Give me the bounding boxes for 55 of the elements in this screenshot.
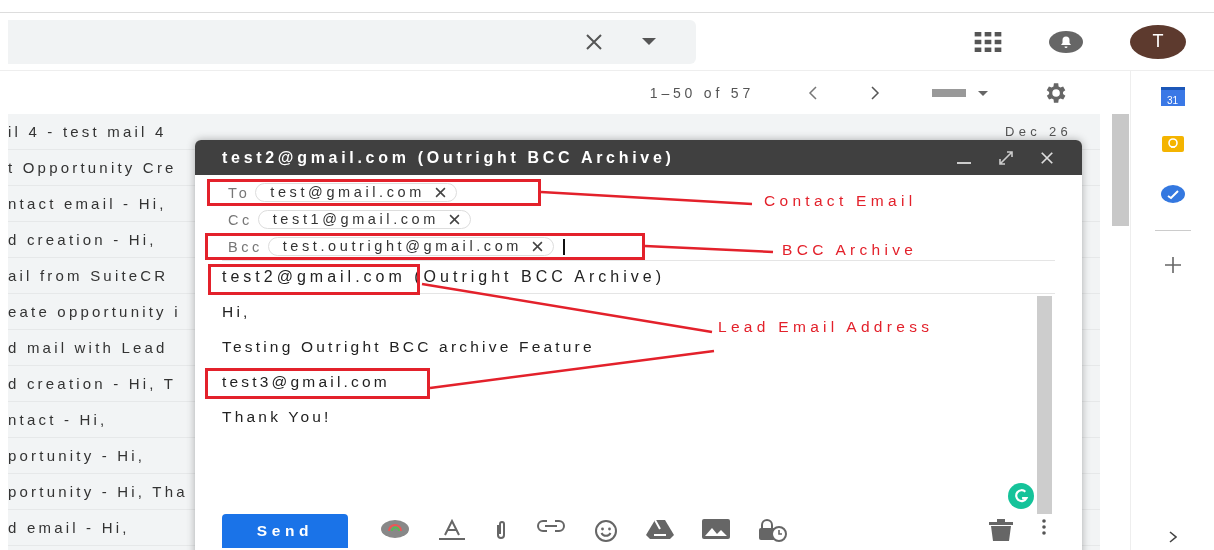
body-text: Thank You!	[222, 407, 332, 427]
next-icon[interactable]	[870, 85, 880, 100]
compose-title: test2@gmail.com (Outright BCC Archive)	[222, 148, 675, 167]
email-subject: ntact email - Hi,	[8, 195, 167, 212]
email-subject: d email - Hi,	[8, 519, 130, 536]
caret-icon[interactable]	[642, 38, 656, 45]
pagination-text: 1–50 of 57	[649, 84, 754, 101]
lock-clock-icon[interactable]	[758, 519, 788, 543]
email-subject: portunity - Hi,	[8, 447, 146, 464]
body-text: Testing Outright BCC archive Feature	[222, 337, 595, 357]
email-subject: ntact - Hi,	[8, 411, 108, 428]
trash-icon[interactable]	[988, 519, 1014, 541]
apps-grid-icon[interactable]	[974, 31, 1002, 52]
body-text: Hi,	[222, 302, 251, 322]
add-icon[interactable]	[1164, 257, 1181, 273]
drive-icon[interactable]	[646, 519, 674, 539]
annotation-label: BCC Archive	[782, 241, 918, 259]
send-button[interactable]: Send	[222, 514, 348, 548]
link-icon[interactable]	[536, 519, 566, 533]
remove-icon[interactable]	[448, 214, 460, 225]
annotation-label: Contact Email	[764, 192, 917, 210]
email-subject: portunity - Hi, Tha	[8, 483, 188, 500]
body-text: test3@gmail.com	[222, 372, 390, 392]
more-options-icon[interactable]	[1042, 519, 1046, 535]
email-subject: d creation - Hi, T	[8, 375, 177, 392]
tasks-icon[interactable]	[1160, 184, 1185, 204]
scrollbar-thumb[interactable]	[1112, 114, 1129, 226]
calendar-icon[interactable]: 31	[1160, 87, 1185, 106]
remove-icon[interactable]	[434, 187, 446, 198]
image-icon[interactable]	[702, 519, 730, 539]
remove-icon[interactable]	[532, 241, 544, 252]
expand-panel-icon[interactable]	[1168, 531, 1177, 543]
email-subject: d creation - Hi,	[8, 231, 157, 248]
close-icon[interactable]	[1040, 150, 1054, 165]
color-wheel-icon[interactable]	[380, 519, 410, 539]
email-subject: eate opportunity i	[8, 303, 181, 320]
notification-icon[interactable]	[1048, 29, 1084, 54]
field-label: Cc	[228, 211, 253, 228]
field-label: To	[228, 184, 251, 201]
text-format-icon[interactable]	[438, 519, 466, 541]
avatar[interactable]: T	[1130, 24, 1186, 59]
email-subject: il 4 - test mail 4	[8, 123, 167, 140]
search-field[interactable]	[8, 19, 696, 64]
paperclip-icon[interactable]	[494, 519, 508, 541]
text-cursor	[563, 238, 565, 255]
previous-icon[interactable]	[808, 85, 818, 100]
email-subject: ail from SuiteCR	[8, 267, 169, 284]
field-label: Bcc	[228, 238, 263, 255]
email-subject: d mail with Lead	[8, 339, 168, 356]
emoji-icon[interactable]	[594, 519, 618, 543]
annotation-label: Lead Email Address	[718, 318, 934, 336]
email-subject: t Opportunity Cre	[8, 159, 177, 176]
email-date: Dec 26	[1005, 124, 1072, 139]
scrollbar[interactable]	[1037, 296, 1052, 514]
expand-icon[interactable]	[998, 149, 1014, 166]
